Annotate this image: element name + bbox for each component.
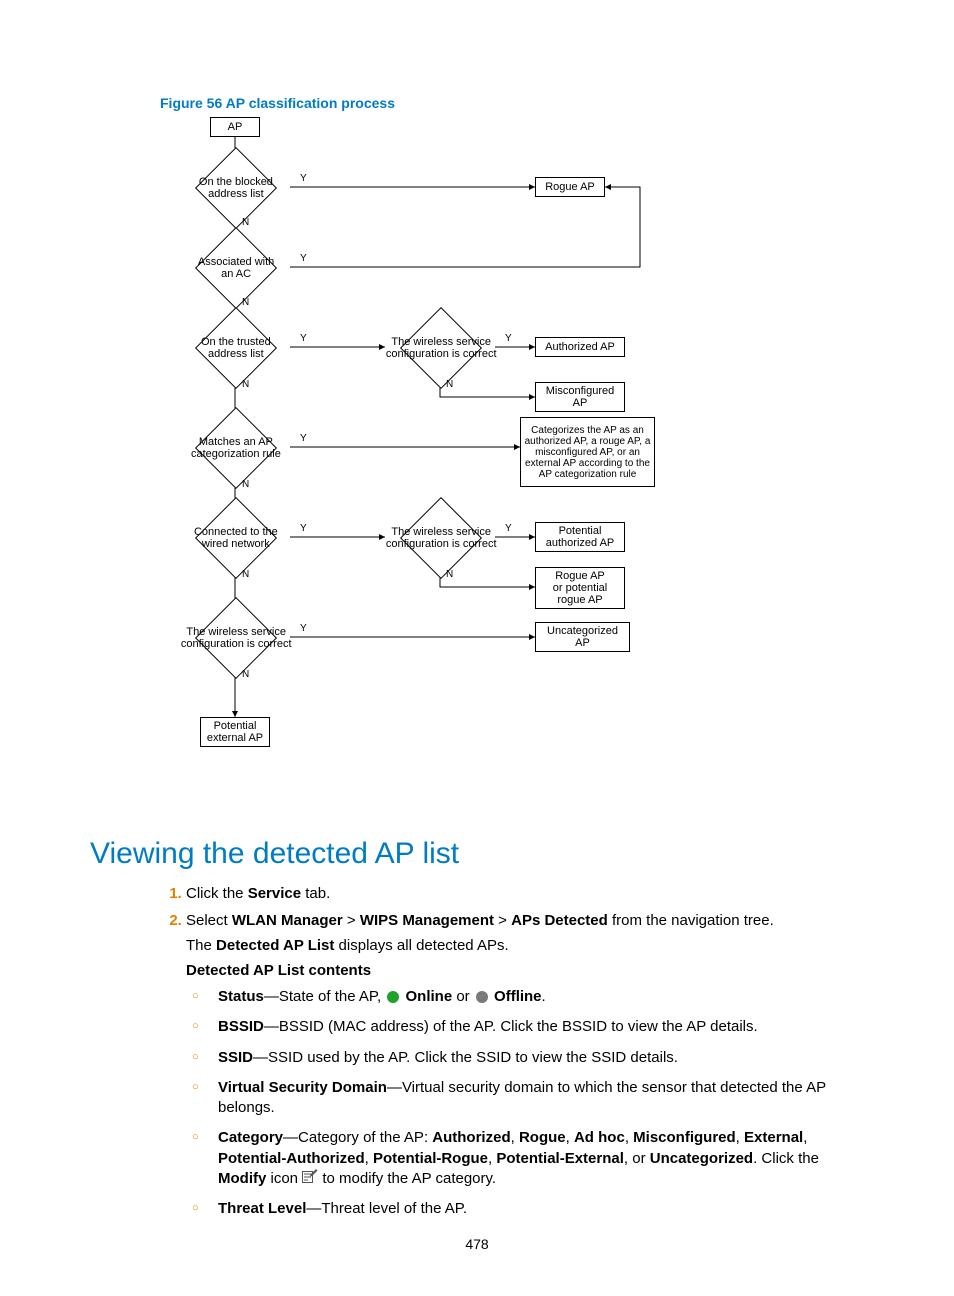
- fc-d5b: The wireless service configuration is co…: [400, 497, 482, 579]
- fc-label-n: N: [242, 217, 249, 228]
- contents-list: Status—State of the AP, Online or Offlin…: [186, 987, 864, 1219]
- fc-potential-external: Potential external AP: [200, 717, 270, 747]
- fc-catrule: Categorizes the AP as an authorized AP, …: [520, 417, 655, 487]
- figure-caption: Figure 56 AP classification process: [160, 95, 864, 111]
- fc-d5: Connected to the wired network: [195, 497, 277, 579]
- fc-potential-rogue: Rogue AP or potential rogue AP: [535, 567, 625, 609]
- content-threat: Threat Level—Threat level of the AP.: [214, 1199, 864, 1219]
- fc-label-n2: N: [242, 297, 249, 308]
- offline-status-icon: [476, 991, 488, 1003]
- fc-d4: Matches an AP categorization rule: [195, 407, 277, 489]
- fc-d1: On the blocked address list: [195, 147, 277, 229]
- fc-rogue: Rogue AP: [535, 177, 605, 197]
- page-number: 478: [0, 1236, 954, 1252]
- modify-icon: [302, 1169, 318, 1189]
- content-bssid: BSSID—BSSID (MAC address) of the AP. Cli…: [214, 1017, 864, 1037]
- content-status: Status—State of the AP, Online or Offlin…: [214, 987, 864, 1007]
- content-category: Category—Category of the AP: Authorized,…: [214, 1128, 864, 1189]
- fc-label-n4: N: [242, 479, 249, 490]
- section-heading: Viewing the detected AP list: [90, 837, 864, 871]
- fc-label-y2: Y: [300, 253, 307, 264]
- fc-authorized: Authorized AP: [535, 337, 625, 357]
- detected-list-contents-heading: Detected AP List contents: [186, 962, 864, 979]
- fc-d2: Associated with an AC: [195, 227, 277, 309]
- fc-label-y: Y: [300, 173, 307, 184]
- fc-label-n5b: N: [446, 569, 453, 580]
- fc-label-y4: Y: [300, 433, 307, 444]
- fc-d3b: The wireless service configuration is co…: [400, 307, 482, 389]
- step-2: Select WLAN Manager > WIPS Management > …: [186, 912, 864, 1219]
- fc-uncategorized: Uncategorized AP: [535, 622, 630, 652]
- fc-label-y3b: Y: [505, 333, 512, 344]
- fc-potential-auth: Potential authorized AP: [535, 522, 625, 552]
- fc-misconfigured: Misconfigured AP: [535, 382, 625, 412]
- fc-label-y5b: Y: [505, 523, 512, 534]
- fc-label-y6: Y: [300, 623, 307, 634]
- fc-start: AP: [210, 117, 260, 137]
- content-vsd: Virtual Security Domain—Virtual security…: [214, 1078, 864, 1119]
- fc-d6: The wireless service configuration is co…: [195, 597, 277, 679]
- fc-label-n3b: N: [446, 379, 453, 390]
- step-list: Click the Service tab. Select WLAN Manag…: [160, 885, 864, 1219]
- fc-label-n3: N: [242, 379, 249, 390]
- fc-label-n5: N: [242, 569, 249, 580]
- fc-label-y5: Y: [300, 523, 307, 534]
- online-status-icon: [387, 991, 399, 1003]
- flowchart-container: AP On the blocked address list Y N Rogue…: [160, 117, 660, 797]
- content-ssid: SSID—SSID used by the AP. Click the SSID…: [214, 1048, 864, 1068]
- fc-d3: On the trusted address list: [195, 307, 277, 389]
- fc-label-y3: Y: [300, 333, 307, 344]
- fc-label-n6: N: [242, 669, 249, 680]
- step-1: Click the Service tab.: [186, 885, 864, 902]
